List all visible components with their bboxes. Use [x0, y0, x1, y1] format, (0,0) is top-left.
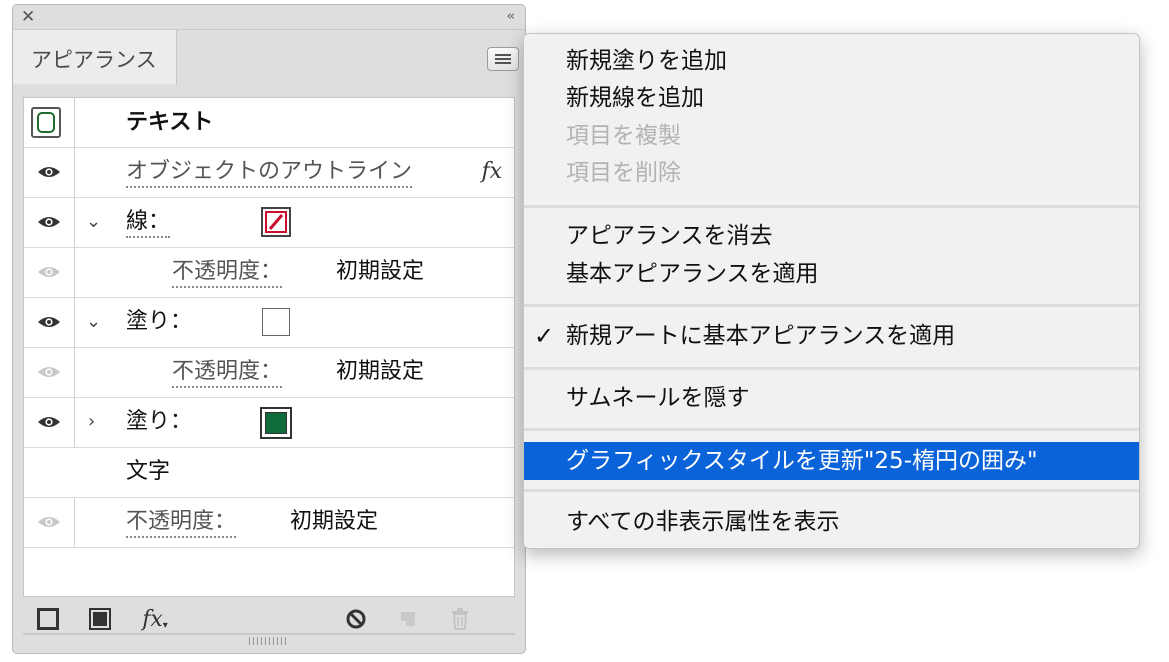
opacity-link[interactable]: 不透明度： — [126, 508, 237, 538]
opacity-link[interactable]: 不透明度： — [172, 358, 283, 388]
tab-appearance-label: アピアランス — [31, 48, 157, 72]
panel-title-bar: ✕ ‹‹ — [13, 5, 525, 29]
effect-link[interactable]: オブジェクトのアウトライン — [126, 158, 413, 188]
fx-icon[interactable]: fx — [481, 159, 502, 184]
eye-icon[interactable] — [37, 365, 61, 379]
appearance-list: テキスト オブジェクトのアウトライン fx ⌄ 線： 不透明度： 初期設定 ⌄ … — [23, 97, 515, 597]
panel-menu-button[interactable] — [487, 47, 519, 71]
menu-item-new-art-basic-appearance[interactable]: ✓ 新規アートに基本アピアランスを適用 — [524, 318, 1139, 354]
chevron-right-icon[interactable]: › — [88, 408, 95, 436]
stroke-swatch-icon — [265, 211, 287, 233]
fill-label[interactable]: 塗り： — [126, 308, 192, 336]
eye-icon[interactable] — [37, 165, 61, 179]
panel-flyout-menu: 新規塗りを追加 新規線を追加 項目を複製 項目を削除 アピアランスを消去 基本ア… — [523, 33, 1140, 549]
menu-lines-icon — [495, 54, 511, 56]
appearance-row-opacity[interactable]: 不透明度： 初期設定 — [24, 498, 514, 548]
stroke-label[interactable]: 線： — [126, 208, 171, 238]
object-thumbnail-icon — [31, 107, 61, 138]
appearance-row-object[interactable]: テキスト — [24, 98, 514, 148]
eye-icon[interactable] — [37, 215, 61, 229]
collapse-icon[interactable]: ‹‹ — [507, 5, 516, 29]
menu-separator — [524, 205, 1139, 208]
appearance-row-effect[interactable]: オブジェクトのアウトライン fx — [24, 148, 514, 198]
fill-swatch-green[interactable] — [260, 407, 292, 439]
menu-separator — [524, 428, 1139, 431]
appearance-row-stroke[interactable]: ⌄ 線： — [24, 198, 514, 248]
menu-item-redefine-graphic-style[interactable]: グラフィックスタイルを更新"25-楕円の囲み" — [524, 442, 1139, 480]
fill-swatch-none[interactable] — [262, 308, 290, 336]
characters-label: 文字 — [126, 459, 171, 484]
appearance-row-fill-opacity[interactable]: 不透明度： 初期設定 — [24, 348, 514, 398]
menu-item-clear-appearance[interactable]: アピアランスを消去 — [524, 218, 1139, 254]
menu-separator — [524, 367, 1139, 370]
menu-item-add-new-stroke[interactable]: 新規線を追加 — [524, 80, 1139, 116]
panel-tab-strip: アピアランス — [13, 29, 525, 84]
appearance-row-characters[interactable]: 文字 — [24, 448, 514, 498]
menu-item-hide-thumbnails[interactable]: サムネールを隠す — [524, 380, 1139, 416]
menu-item-reduce-to-basic[interactable]: 基本アピアランスを適用 — [524, 256, 1139, 292]
tab-appearance[interactable]: アピアランス — [13, 30, 177, 84]
appearance-row-stroke-opacity[interactable]: 不透明度： 初期設定 — [24, 248, 514, 298]
eye-icon[interactable] — [37, 265, 61, 279]
menu-item-remove-item[interactable]: 項目を削除 — [524, 155, 1139, 191]
chevron-down-icon[interactable]: ⌄ — [86, 308, 101, 336]
close-icon[interactable]: ✕ — [21, 5, 35, 29]
stroke-swatch[interactable] — [261, 207, 291, 237]
thumbnail-column — [24, 98, 75, 147]
chevron-down-icon[interactable]: ⌄ — [86, 208, 101, 236]
menu-separator — [524, 304, 1139, 307]
appearance-panel: ✕ ‹‹ アピアランス テキスト オブジェクトのアウトライン fx ⌄ 線： 不… — [12, 4, 526, 654]
appearance-row-fill[interactable]: ⌄ 塗り： — [24, 298, 514, 348]
menu-item-label: 新規アートに基本アピアランスを適用 — [566, 323, 956, 349]
eye-icon[interactable] — [37, 315, 61, 329]
resize-grip-icon[interactable] — [249, 637, 289, 645]
eye-icon[interactable] — [37, 415, 61, 429]
opacity-value: 初期設定 — [336, 259, 425, 284]
menu-item-add-new-fill[interactable]: 新規塗りを追加 — [524, 43, 1139, 79]
opacity-link[interactable]: 不透明度： — [172, 258, 283, 288]
appearance-row-fill-green[interactable]: › 塗り： — [24, 398, 514, 448]
menu-item-show-all-hidden-attributes[interactable]: すべての非表示属性を表示 — [524, 504, 1139, 540]
object-type-label: テキスト — [126, 110, 214, 135]
opacity-value: 初期設定 — [336, 359, 425, 384]
menu-item-duplicate-item[interactable]: 項目を複製 — [524, 118, 1139, 154]
fill-label[interactable]: 塗り： — [126, 408, 192, 436]
menu-separator — [524, 489, 1139, 492]
opacity-value: 初期設定 — [290, 509, 379, 534]
eye-icon[interactable] — [37, 515, 61, 529]
